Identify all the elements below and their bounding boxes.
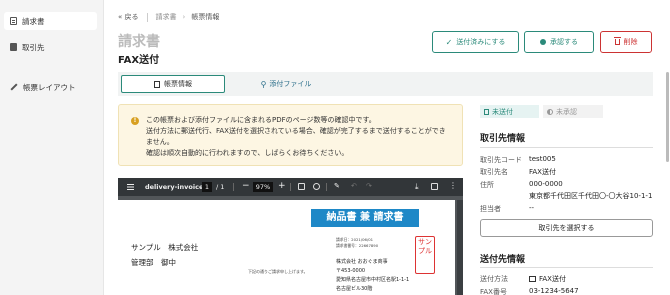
undo-icon: ↶: [351, 182, 357, 190]
divider: [480, 267, 653, 268]
sidebar: 請求書 取引先 帳票レイアウト: [0, 0, 104, 295]
pdf-address2: 名古屋ビル30階: [336, 286, 373, 292]
sidebar-item-partners[interactable]: 取引先: [4, 38, 97, 56]
delete-button[interactable]: 削除: [600, 31, 652, 53]
pdf-scrollbar[interactable]: [457, 200, 463, 295]
pdf-note: 下記の通りご請求申し上げます。: [248, 269, 308, 274]
circle-icon: [540, 39, 546, 45]
sidebar-item-label: 帳票レイアウト: [23, 82, 76, 92]
redo-icon: ↷: [366, 182, 372, 190]
document-icon: [154, 80, 160, 88]
partner-value: 000-0000: [529, 180, 563, 188]
breadcrumb-parent[interactable]: 請求書: [156, 12, 177, 22]
zoom-out-icon[interactable]: −: [242, 181, 250, 191]
tab-document-info[interactable]: 帳票情報: [121, 75, 225, 93]
notice-line: ません。: [146, 138, 174, 146]
rotate-icon[interactable]: [313, 183, 320, 190]
sending-value: FAX送付: [529, 274, 566, 284]
notice-banner: ! この帳票および添付ファイルに含まれるPDFのページ数等の確認中です。 送付方…: [118, 104, 463, 166]
notice-line: この帳票および添付ファイルに含まれるPDFのページ数等の確認中です。: [146, 116, 376, 124]
breadcrumb-current: 帳票情報: [191, 13, 220, 21]
more-vertical-icon[interactable]: ⋮: [449, 182, 457, 190]
sidebar-item-label: 取引先: [22, 42, 45, 52]
notice-line: 確認は順次自動的に行われますので、しばらくお待ちください。: [146, 149, 349, 157]
sidebar-item-layouts[interactable]: 帳票レイアウト: [4, 78, 97, 96]
menu-icon[interactable]: [127, 184, 134, 186]
pdf-toolbar: delivery-invoice 1 / 1 − 97% + ✎ ↶ ↷ ⤓ ⋮: [118, 178, 463, 196]
zoom-input[interactable]: 97%: [253, 182, 273, 192]
breadcrumb: « 戻る 請求書 › 帳票情報: [118, 12, 219, 22]
pdf-issuer: 株式会社 おおぐま商事: [336, 259, 388, 265]
sending-key: FAX番号: [480, 288, 507, 295]
document-icon: [484, 108, 489, 115]
notice-line: 送付方法に郵送代行、FAX送付を選択されている場合、確認が完了するまで送付するこ…: [146, 127, 446, 135]
sending-key: 送付方法: [480, 275, 508, 283]
tab-attachments[interactable]: ⚲ 添付ファイル: [241, 75, 331, 93]
partner-value: FAX送付: [529, 168, 556, 176]
toolbar-divider: [233, 183, 234, 191]
double-chevron-left-icon: «: [118, 13, 123, 21]
book-icon: [10, 43, 17, 51]
page-input[interactable]: 1: [202, 182, 212, 192]
pdf-customer-dept: 管理部 御中: [131, 258, 176, 267]
doc-type-title: 請求書: [118, 34, 160, 50]
toolbar-divider: [290, 183, 291, 191]
breadcrumb-divider: [146, 12, 148, 22]
pdf-heading: 納品書 兼 請求書: [311, 209, 419, 227]
annotate-icon[interactable]: ✎: [334, 183, 341, 190]
partner-key: 担当者: [480, 205, 501, 213]
partner-key: 取引先コード: [480, 156, 522, 164]
fax-icon: [529, 276, 536, 282]
select-partner-button[interactable]: 取引先を選択する: [480, 219, 653, 237]
company-seal: サンプル: [415, 236, 435, 274]
paperclip-icon: ⚲: [260, 79, 267, 89]
page-total: / 1: [216, 183, 225, 191]
sending-section-title: 送付先情報: [480, 255, 526, 265]
sidebar-item-invoices[interactable]: 請求書: [4, 12, 97, 30]
partner-value: test005: [529, 155, 556, 163]
fit-page-icon[interactable]: [298, 183, 305, 190]
pdf-page: 納品書 兼 請求書 サンプル 株式会社 管理部 御中 下記の通りご請求申し上げま…: [118, 200, 455, 295]
back-link[interactable]: « 戻る: [118, 12, 139, 22]
toolbar-divider: [326, 183, 327, 191]
download-icon[interactable]: ⤓: [415, 183, 422, 191]
sending-value: 03-1234-5647: [529, 287, 579, 295]
approve-button[interactable]: 承認する: [524, 31, 594, 53]
page-scrollbar[interactable]: [666, 72, 669, 162]
pdf-zip: 〒453-0000: [336, 268, 366, 274]
half-circle-icon: [547, 108, 553, 115]
pdf-filename: delivery-invoice: [145, 183, 204, 191]
pdf-address1: 愛知県名古屋市中村区名駅1-1-1: [336, 277, 410, 283]
pdf-viewer: delivery-invoice 1 / 1 − 97% + ✎ ↶ ↷ ⤓ ⋮…: [118, 178, 463, 295]
status-badge-sent: 未送付: [480, 105, 539, 118]
chevron-right-icon: ›: [182, 13, 186, 21]
check-icon: ✓: [445, 37, 453, 47]
pdf-invoice-no: 請求書番号：22667890: [336, 243, 379, 248]
pdf-customer: サンプル 株式会社: [131, 243, 199, 252]
divider: [480, 147, 653, 148]
sidebar-item-label: 請求書: [22, 16, 45, 26]
mark-sent-button[interactable]: ✓ 送付済みにする: [432, 31, 519, 53]
partner-key: 取引先名: [480, 168, 508, 176]
trash-icon: [613, 37, 621, 45]
partner-value: 東京都千代田区千代田〇-〇大谷10-1-1: [529, 192, 653, 200]
pen-icon: [10, 83, 18, 91]
warning-icon: !: [131, 117, 139, 125]
print-icon[interactable]: [431, 183, 438, 190]
partner-value: --: [529, 204, 535, 212]
zoom-in-icon[interactable]: +: [278, 181, 286, 191]
page-title: FAX送付: [118, 55, 160, 66]
partner-key: 住所: [480, 181, 494, 189]
tab-bar: 帳票情報 ⚲ 添付ファイル: [118, 72, 653, 96]
document-icon: [10, 17, 17, 25]
status-badge-approval: 未承認: [543, 105, 603, 118]
partner-section-title: 取引先情報: [480, 134, 526, 144]
